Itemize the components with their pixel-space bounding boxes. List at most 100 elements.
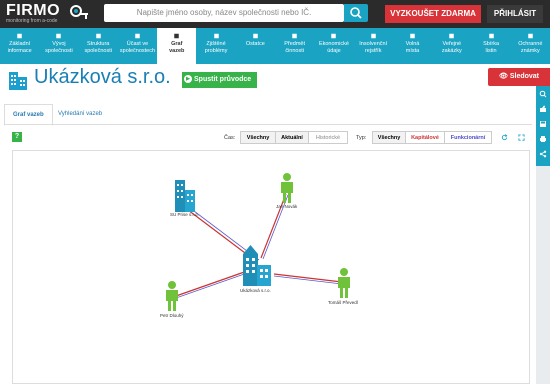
start-guide-label: Spustit průvodce <box>194 76 252 83</box>
thumb-up-icon[interactable] <box>539 105 547 113</box>
nav-item-4[interactable]: Graf vazeb <box>157 28 197 64</box>
type-capital-button[interactable]: Kapitálové <box>405 131 445 144</box>
nav-item-sublabel: vazeb <box>169 48 185 54</box>
search-button[interactable] <box>344 4 368 22</box>
login-button[interactable]: PŘIHLÁSIT <box>487 5 543 23</box>
save-icon[interactable] <box>539 120 547 128</box>
company-node-su-prise[interactable] <box>175 180 195 212</box>
help-button[interactable]: ? <box>12 132 22 142</box>
node-label-novak: Jan Novák <box>276 204 298 209</box>
nav-item-sublabel: známky <box>520 48 540 54</box>
nav-item-sublabel: společnosti <box>45 48 73 54</box>
link-dlouhy-ukazkova <box>175 269 251 297</box>
chart-icon <box>56 33 62 39</box>
node-label-su-prise: SU Prise s.r.o. <box>170 212 199 217</box>
shield-icon <box>370 33 376 39</box>
search-icon[interactable] <box>539 90 547 98</box>
nav-item-sublabel: informace <box>7 48 32 54</box>
home-icon <box>17 33 22 39</box>
person-node-dlouhy[interactable] <box>166 281 178 311</box>
nav-item-label: Zjištěné <box>206 41 226 47</box>
company-node-ukazkova[interactable] <box>243 245 271 286</box>
nav-item-5[interactable]: Zjištěné problémy <box>196 28 235 64</box>
try-free-button[interactable]: VYZKOUŠET ZDARMA <box>385 5 481 23</box>
nav-item-label: Veřejné <box>442 41 462 47</box>
pie-icon <box>331 33 337 39</box>
thumb-down-icon <box>213 33 219 39</box>
tab-search-links[interactable]: Vyhledání vazeb <box>50 104 110 124</box>
nav-item-sublabel: zakázky <box>441 48 462 54</box>
nav-item-13[interactable]: Ochranné známky <box>511 28 550 64</box>
structure-icon <box>95 33 101 39</box>
nav-item-label: Ekonomické <box>318 41 349 47</box>
nav-item-10[interactable]: Volná místa <box>393 28 432 64</box>
nav-item-sublabel: společnosti <box>84 48 112 54</box>
moon-icon <box>253 33 258 39</box>
graph-icon <box>174 33 180 39</box>
link-prevedl-ukazkova <box>273 273 343 283</box>
company-title: Ukázková s.r.o. <box>34 66 171 88</box>
time-current-button[interactable]: Aktuální <box>275 131 309 144</box>
nav-item-7[interactable]: Předmět činnosti <box>275 28 314 64</box>
nav-item-sublabel: údaje <box>327 48 341 54</box>
search-input[interactable]: Napište jméno osoby, název společnosti n… <box>104 4 344 22</box>
nav-item-0[interactable]: Základní informace <box>0 28 39 64</box>
nav-item-label: Struktura <box>87 41 110 47</box>
nav-item-label: Ostatce <box>245 41 265 47</box>
type-all-button[interactable]: Všechny <box>372 131 406 144</box>
share-icon[interactable] <box>539 150 547 158</box>
car-icon <box>449 33 455 39</box>
type-label: Typ: <box>356 135 367 141</box>
nav-item-label: Insolvenční <box>359 41 388 47</box>
link-dlouhy-ukazkova-func <box>175 271 251 299</box>
follow-button[interactable]: 👁 Sledovat <box>488 68 550 86</box>
type-functional-button[interactable]: Funkcionární <box>444 131 492 144</box>
follow-label: Sledovat <box>509 73 540 80</box>
nav-item-sublabel: problémy <box>204 48 228 54</box>
pin-icon <box>410 33 415 39</box>
brand-tagline: monitoring from a-code <box>6 18 58 24</box>
nav-item-label: Volná <box>405 41 420 47</box>
time-historic-button[interactable]: Historické <box>308 131 348 144</box>
nav-item-sublabel: místa <box>405 48 420 54</box>
folder-icon <box>488 33 494 39</box>
play-icon: ▶ <box>184 75 192 84</box>
person-node-prevedl[interactable] <box>338 268 350 298</box>
nav-item-8[interactable]: Ekonomické údaje <box>314 28 353 64</box>
document-icon <box>292 33 297 39</box>
search-icon <box>350 7 362 19</box>
time-all-button[interactable]: Všechny <box>240 131 276 144</box>
nav-item-label: Graf <box>171 41 183 47</box>
node-label-ukazkova: Ukázková s.r.o. <box>240 288 271 293</box>
nav-item-label: Základní <box>9 41 31 47</box>
nav-item-11[interactable]: Veřejné zakázky <box>432 28 471 64</box>
star-icon <box>528 33 533 39</box>
nav-item-label: Ochranné <box>518 41 543 47</box>
nav-item-12[interactable]: Sbírka listin <box>471 28 510 64</box>
node-label-prevedl: Tomáš Převedl <box>328 300 358 305</box>
nav-item-9[interactable]: Insolvenční rejstřík <box>354 28 393 64</box>
nav-item-sublabel: činnosti <box>285 48 304 54</box>
people-icon <box>135 33 140 39</box>
start-guide-button[interactable]: ▶ Spustit průvodce <box>182 72 257 88</box>
tab-graph[interactable]: Graf vazeb <box>4 104 53 126</box>
graph-canvas <box>166 173 350 311</box>
node-label-dlouhy: Petr Dlouhý <box>160 313 184 318</box>
fullscreen-icon[interactable] <box>518 134 525 141</box>
nav-item-sublabel: společnostech <box>119 48 156 54</box>
print-icon[interactable] <box>539 135 547 143</box>
nav-item-sublabel: rejstřík <box>364 48 382 54</box>
nav-item-label: Vývoj <box>52 41 66 47</box>
refresh-icon[interactable] <box>501 134 508 141</box>
nav-item-1[interactable]: Vývoj společnosti <box>39 28 78 64</box>
nav-item-3[interactable]: Účast ve společnostech <box>118 28 157 64</box>
time-label: Čas: <box>224 135 236 141</box>
nav-item-label: Sbírka <box>483 41 500 47</box>
nav-item-6[interactable]: Ostatce <box>236 28 275 64</box>
nav-item-2[interactable]: Struktura společnosti <box>79 28 118 64</box>
eye-icon: 👁 <box>498 73 508 80</box>
tab-divider <box>4 124 532 125</box>
nav-item-label: Účast ve <box>126 41 149 47</box>
nav-item-sublabel: listin <box>485 48 497 54</box>
key-person-icon <box>70 5 88 19</box>
